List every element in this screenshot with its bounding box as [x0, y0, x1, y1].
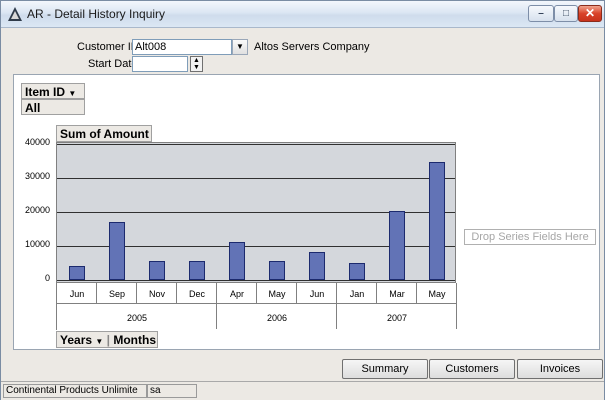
- app-window: AR - Detail History Inquiry – □ ✕ Custom…: [0, 0, 605, 400]
- customer-id-field[interactable]: Alt008: [132, 39, 232, 55]
- item-id-filter-button[interactable]: Item ID ▼: [21, 83, 85, 99]
- pivot-chart: Item ID ▼ All Sum of Amount 40000 30000 20…: [13, 74, 600, 350]
- x-tick-label: May: [428, 289, 446, 299]
- month-separator: [456, 283, 457, 303]
- x-tick-label: Nov: [148, 289, 165, 299]
- item-id-filter-label: Item ID: [25, 85, 66, 99]
- months-field-button[interactable]: Months: [113, 333, 156, 347]
- maximize-button[interactable]: □: [554, 5, 578, 22]
- y-tick-label: 20000: [24, 205, 50, 215]
- bar[interactable]: [389, 211, 405, 280]
- minimize-icon: –: [538, 8, 544, 19]
- start-date-label: Start Date: [88, 58, 138, 70]
- bar[interactable]: [109, 222, 125, 280]
- bar[interactable]: [149, 260, 165, 280]
- bar[interactable]: [69, 265, 85, 280]
- customer-id-label: Customer ID: [77, 41, 139, 53]
- bar[interactable]: [269, 260, 285, 280]
- y-tick-label: 10000: [24, 239, 50, 249]
- bar[interactable]: [349, 263, 365, 280]
- x-axis: Jun Sep Nov Dec Apr May Jun Jan Mar May 2005 2006 20…: [56, 283, 457, 330]
- x-tick-label: Sep: [108, 289, 125, 299]
- status-company: Continental Products Unlimite: [3, 384, 147, 398]
- row-fields: Years ▼ | Months: [56, 331, 158, 348]
- close-icon: ✕: [584, 6, 596, 20]
- y-tick-label: 40000: [24, 137, 50, 147]
- start-date-field[interactable]: [132, 56, 188, 72]
- item-id-filter-value: All: [21, 99, 85, 115]
- invoices-button[interactable]: Invoices: [517, 359, 603, 379]
- bar[interactable]: [229, 241, 245, 280]
- x-tick-label: Jun: [309, 289, 325, 299]
- year-separator: [456, 303, 457, 329]
- invoices-label: Invoices: [539, 363, 581, 375]
- y-tick-label: 30000: [24, 171, 50, 181]
- x-tick-label: May: [268, 289, 286, 299]
- start-date-spinner[interactable]: ▲ ▼: [190, 56, 203, 72]
- customers-button[interactable]: Customers: [429, 359, 515, 379]
- window-title: AR - Detail History Inquiry: [27, 7, 166, 21]
- field-separator: |: [106, 333, 111, 347]
- gridline: [57, 144, 455, 145]
- drop-series-zone[interactable]: Drop Series Fields Here: [464, 229, 596, 245]
- chevron-down-icon: ▼: [236, 42, 244, 51]
- bar[interactable]: [429, 161, 445, 280]
- status-user: sa: [147, 384, 197, 398]
- x-tick-label: Mar: [389, 289, 405, 299]
- x-tick-label: Jun: [69, 289, 85, 299]
- gridline: [57, 178, 455, 179]
- close-button[interactable]: ✕: [578, 5, 602, 22]
- x-tick-label: Jan: [349, 289, 365, 299]
- customer-id-dropdown[interactable]: ▼: [232, 39, 248, 55]
- bar[interactable]: [309, 251, 325, 280]
- app-logo-icon: [8, 7, 22, 21]
- x-tick-label: Dec: [188, 289, 205, 299]
- year-label: 2006: [266, 313, 288, 323]
- year-label: 2005: [126, 313, 148, 323]
- bar[interactable]: [189, 260, 205, 280]
- customer-name: Altos Servers Company: [254, 41, 370, 53]
- plot-area: [56, 142, 456, 283]
- status-bar: Continental Products Unlimite sa: [1, 381, 604, 400]
- axis-separator: [57, 303, 457, 304]
- spin-up-down-icon: ▲ ▼: [193, 57, 200, 71]
- maximize-icon: □: [562, 8, 570, 19]
- data-field-button[interactable]: Sum of Amount: [56, 125, 152, 142]
- customers-label: Customers: [445, 363, 499, 375]
- title-bar: AR - Detail History Inquiry – □ ✕: [1, 1, 604, 28]
- chevron-down-icon: ▼: [68, 89, 77, 98]
- chevron-down-icon: ▼: [95, 337, 104, 346]
- minimize-button[interactable]: –: [528, 5, 554, 22]
- year-label: 2007: [386, 313, 408, 323]
- summary-history-button[interactable]: Summary History: [342, 359, 428, 393]
- x-tick-label: Apr: [229, 289, 244, 299]
- years-field-button[interactable]: Years: [60, 333, 92, 347]
- y-tick-label: 0: [44, 273, 50, 283]
- gridline: [57, 280, 455, 281]
